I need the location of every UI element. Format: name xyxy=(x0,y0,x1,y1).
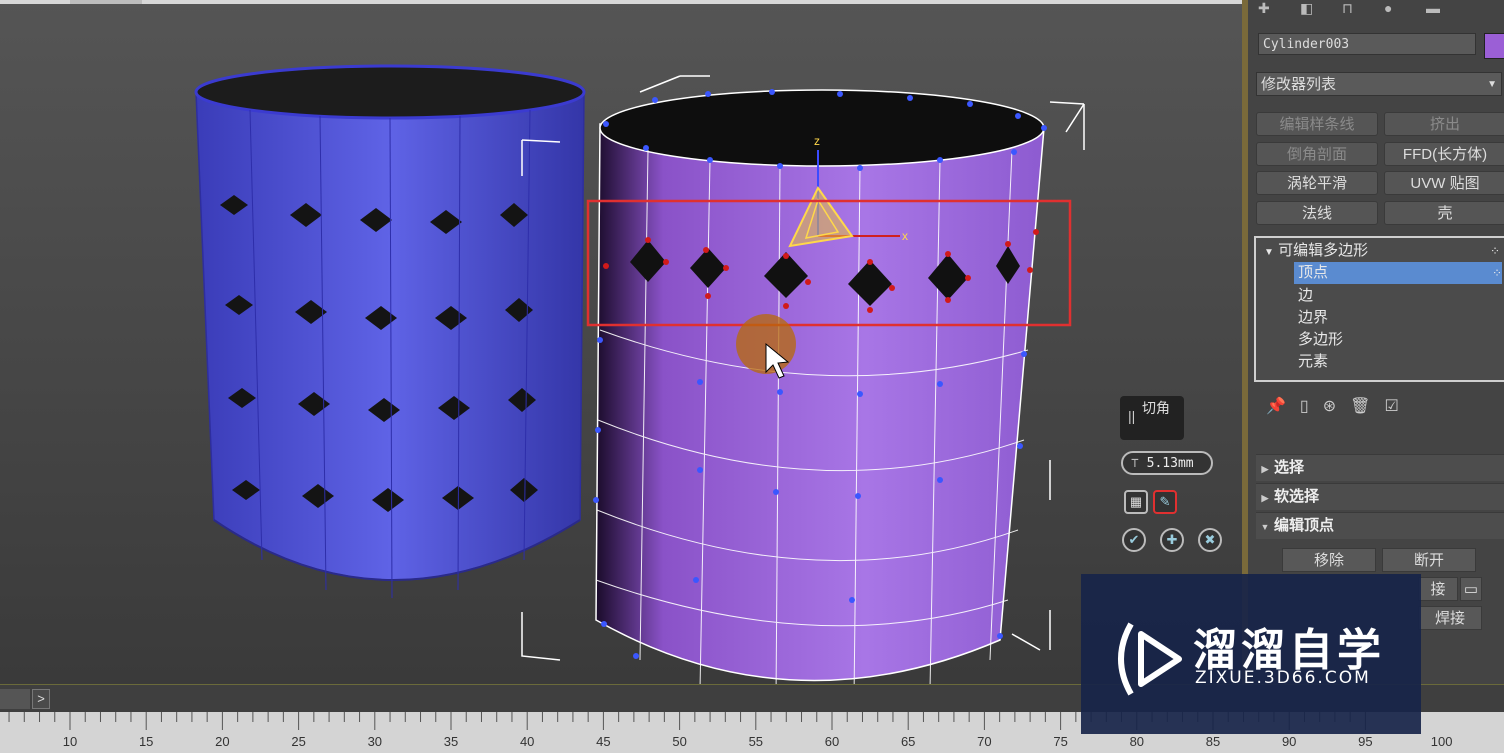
weld-button[interactable]: 接 xyxy=(1418,577,1458,601)
edit-spline-button[interactable]: 编辑样条线 xyxy=(1256,112,1378,136)
object-name-field[interactable]: Cylinder003 xyxy=(1258,33,1476,55)
panel-tabs: ✚ ◧ ⊓ ● ▬ xyxy=(1258,0,1504,22)
expand-arrow-icon: ▶ xyxy=(1261,493,1269,503)
grid-options-icon[interactable]: ▦ xyxy=(1124,490,1148,514)
gizmo-z-label: z xyxy=(814,134,820,148)
stack-item-edge[interactable]: 边 xyxy=(1298,285,1313,307)
ruler-label: 10 xyxy=(63,734,77,749)
delete-modifier-icon[interactable]: 🗑 xyxy=(1350,396,1370,416)
stack-tools: 📌 ▯ ⊛ 🗑 ☑ xyxy=(1266,396,1496,420)
rollout-soft-selection[interactable]: ▶ 软选择 xyxy=(1256,483,1504,510)
modifier-list-dropdown[interactable]: 修改器列表 ▼ xyxy=(1256,72,1502,96)
pencil-toggle-icon[interactable]: ✎ xyxy=(1153,490,1177,514)
ruler-label: 25 xyxy=(291,734,305,749)
modify-tab-icon[interactable]: ◧ xyxy=(1300,0,1320,16)
ruler-label: 35 xyxy=(444,734,458,749)
vertex-mode-icon: ⁘ xyxy=(1491,266,1502,280)
perspective-viewport[interactable]: z x || 切角 ⊤ 5.13mm ▦ ✎ ✔ ✚ ✖ xyxy=(0,0,1242,684)
chamfer-amount-value: 5.13mm xyxy=(1146,456,1194,471)
next-frame-button[interactable]: > xyxy=(32,689,50,709)
stack-item-polygon[interactable]: 多边形 xyxy=(1298,329,1343,351)
purple-cylinder xyxy=(593,89,1047,684)
rollout-label: 软选择 xyxy=(1274,488,1320,505)
bevel-profile-button[interactable]: 倒角剖面 xyxy=(1256,142,1378,166)
collapse-arrow-icon: ▼ xyxy=(1264,247,1274,258)
create-tab-icon[interactable]: ✚ xyxy=(1258,0,1278,16)
modifier-stack: ▼ 可编辑多边形 ⁘ 顶点 ⁘ 边 边界 多边形 元素 xyxy=(1254,236,1504,382)
apply-continue-icon[interactable]: ✚ xyxy=(1160,528,1184,552)
weld-settings-icon[interactable]: ▭ xyxy=(1460,577,1482,601)
stack-root-editable-poly[interactable]: ▼ 可编辑多边形 ⁘ xyxy=(1264,240,1500,262)
rollout-label: 选择 xyxy=(1274,459,1305,476)
ruler-label: 50 xyxy=(672,734,686,749)
ruler-label: 40 xyxy=(520,734,534,749)
ruler-label: 95 xyxy=(1358,734,1372,749)
chamfer-amount-field[interactable]: ⊤ 5.13mm xyxy=(1121,451,1213,475)
show-end-result-icon[interactable]: ▯ xyxy=(1300,396,1309,416)
extrude-button[interactable]: 挤出 xyxy=(1384,112,1504,136)
ruler-label: 55 xyxy=(749,734,763,749)
ruler-label: 45 xyxy=(596,734,610,749)
make-unique-icon[interactable]: ⊛ xyxy=(1323,396,1336,416)
play-logo-icon xyxy=(1118,622,1182,696)
watermark-site: ZIXUE.3D66.COM xyxy=(1195,668,1371,688)
cancel-x-icon[interactable]: ✖ xyxy=(1198,528,1222,552)
stack-item-vertex[interactable]: 顶点 ⁘ xyxy=(1294,262,1502,284)
break-vertex-button[interactable]: 断开 xyxy=(1382,548,1476,572)
stack-root-label: 可编辑多边形 xyxy=(1278,242,1369,259)
dropdown-arrow-icon: ▼ xyxy=(1487,79,1497,90)
blue-cylinder xyxy=(194,64,586,599)
object-color-swatch[interactable] xyxy=(1484,33,1504,59)
collapse-arrow-icon: ▼ xyxy=(1260,522,1270,532)
turbosmooth-button[interactable]: 涡轮平滑 xyxy=(1256,171,1378,195)
stack-item-element[interactable]: 元素 xyxy=(1298,351,1328,373)
time-slider[interactable] xyxy=(0,689,30,709)
ffd-box-button[interactable]: FFD(长方体) xyxy=(1384,142,1504,166)
shell-button[interactable]: 壳 xyxy=(1384,201,1504,225)
rollout-selection[interactable]: ▶ 选择 xyxy=(1256,454,1504,481)
motion-tab-icon[interactable]: ● xyxy=(1384,0,1404,16)
configure-sets-icon[interactable]: ☑ xyxy=(1384,396,1398,416)
uvw-map-button[interactable]: UVW 贴图 xyxy=(1384,171,1504,195)
ruler-label: 60 xyxy=(825,734,839,749)
rollout-edit-vertices[interactable]: ▼ 编辑顶点 xyxy=(1256,512,1504,539)
stack-item-label: 顶点 xyxy=(1298,264,1329,281)
ruler-label: 85 xyxy=(1206,734,1220,749)
ruler-label: 90 xyxy=(1282,734,1296,749)
ruler-label: 65 xyxy=(901,734,915,749)
remove-vertex-button[interactable]: 移除 xyxy=(1282,548,1376,572)
ruler-label: 70 xyxy=(977,734,991,749)
ok-check-icon[interactable]: ✔ xyxy=(1122,528,1146,552)
modifier-list-label: 修改器列表 xyxy=(1261,76,1337,93)
rollout-label: 编辑顶点 xyxy=(1274,517,1335,534)
ruler-label: 20 xyxy=(215,734,229,749)
expand-arrow-icon: ▶ xyxy=(1261,464,1269,474)
ruler-label: 15 xyxy=(139,734,153,749)
gizmo-x-label: x xyxy=(902,229,908,243)
chamfer-amount-icon: ⊤ xyxy=(1131,456,1139,471)
pin-stack-icon[interactable]: 📌 xyxy=(1266,396,1286,416)
ruler-label: 80 xyxy=(1130,734,1144,749)
subobject-icon: ⁘ xyxy=(1489,244,1500,258)
scene: z x xyxy=(194,64,1085,684)
pause-icon: || xyxy=(1128,408,1136,424)
hierarchy-tab-icon[interactable]: ⊓ xyxy=(1342,0,1362,16)
ruler-label: 75 xyxy=(1053,734,1067,749)
caddy-title-text: 切角 xyxy=(1142,400,1170,416)
ruler-label: 30 xyxy=(368,734,382,749)
display-tab-icon[interactable]: ▬ xyxy=(1426,0,1446,16)
target-weld-button[interactable]: 焊接 xyxy=(1418,606,1482,630)
watermark: 溜溜自学 ZIXUE.3D66.COM xyxy=(1081,574,1421,734)
normal-button[interactable]: 法线 xyxy=(1256,201,1378,225)
stack-item-border[interactable]: 边界 xyxy=(1298,307,1328,329)
chamfer-caddy-title[interactable]: || 切角 xyxy=(1120,396,1184,440)
ruler-label: 100 xyxy=(1431,734,1453,749)
